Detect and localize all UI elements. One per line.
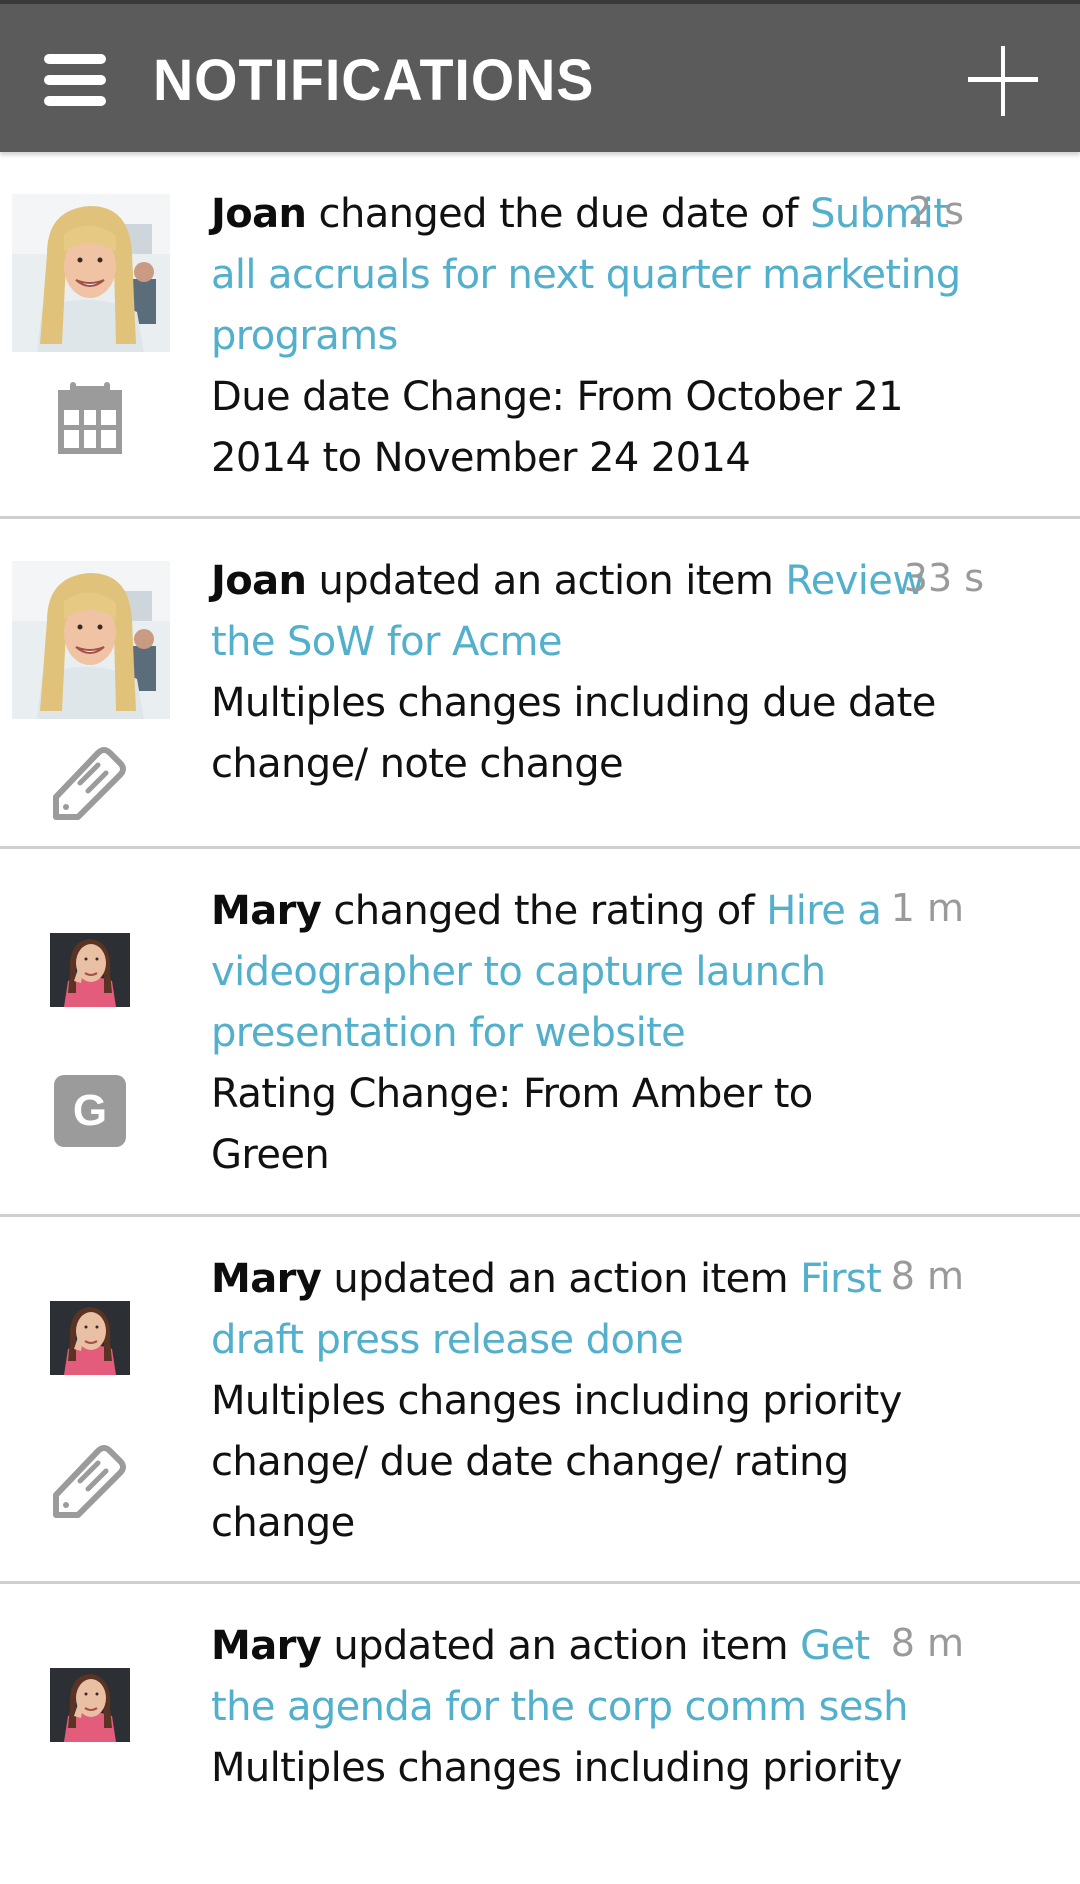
action-text: changed the due date of [306,191,811,237]
change-detail: Multiples changes including due date cha… [211,680,936,787]
notification-text: Mary updated an action item First draft … [211,1249,961,1554]
change-detail: Multiples changes including priority cha… [211,1378,902,1546]
notification-item[interactable]: Joan updated an action item Review the S… [0,519,1080,849]
actor-name[interactable]: Mary [211,1256,322,1302]
actor-name[interactable]: Joan [211,558,307,604]
action-text: updated an action item [321,1256,801,1302]
notification-text: Mary updated an action item Get the agen… [211,1616,931,1799]
notification-list: Joan changed the due date of Submit all … [0,152,1080,1884]
notification-item[interactable]: Mary updated an action item First draft … [0,1217,1080,1584]
actor-name[interactable]: Mary [211,1623,322,1669]
avatar [12,194,170,352]
avatar [50,933,130,1007]
avatar [50,1301,130,1375]
page-title: NOTIFICATIONS [153,48,595,113]
app-header: NOTIFICATIONS [0,0,1080,152]
timestamp: 1 m [890,886,964,930]
actor-name[interactable]: Mary [211,888,322,934]
pencil-icon [52,745,128,821]
notification-text: Joan changed the due date of Submit all … [211,184,961,489]
rating-badge-icon: G [54,1075,126,1147]
timestamp: 2 s [907,189,964,233]
change-detail: Rating Change: From Amber to Green [211,1071,813,1178]
calendar-icon [52,378,128,454]
action-text: updated an action item [306,558,786,604]
avatar [50,1668,130,1742]
plus-icon[interactable] [968,46,1038,116]
change-detail: Multiples changes including priority [211,1745,902,1791]
timestamp: 8 m [890,1621,964,1665]
hamburger-menu-icon[interactable] [44,54,108,106]
actor-name[interactable]: Joan [211,191,307,237]
avatar [12,561,170,719]
notification-text: Joan updated an action item Review the S… [211,551,971,795]
action-text: updated an action item [321,1623,801,1669]
notification-item[interactable]: G Mary changed the rating of Hire a vide… [0,849,1080,1217]
notification-item[interactable]: Joan changed the due date of Submit all … [0,152,1080,519]
timestamp: 8 m [890,1254,964,1298]
change-detail: Due date Change: From October 21 2014 to… [211,374,904,481]
notification-item[interactable]: Mary updated an action item Get the agen… [0,1584,1080,1884]
pencil-icon [52,1443,128,1519]
action-text: changed the rating of [321,888,767,934]
timestamp: 33 s [903,556,984,600]
notification-text: Mary changed the rating of Hire a videog… [211,881,921,1186]
